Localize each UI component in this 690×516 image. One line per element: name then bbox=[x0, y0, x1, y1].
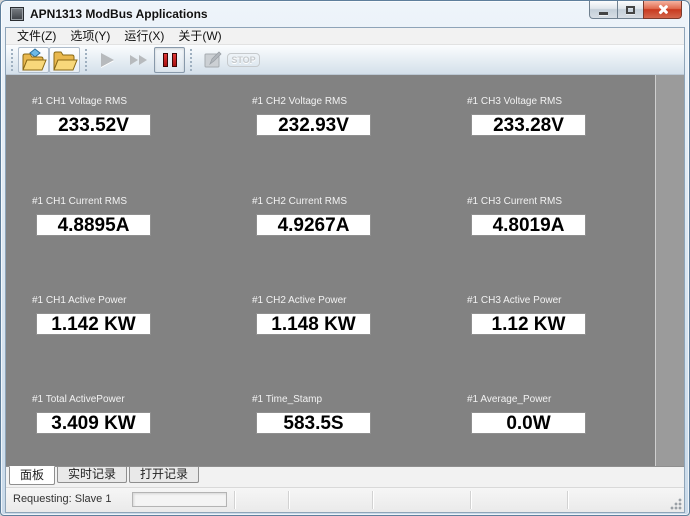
titlebar: APN1313 ModBus Applications bbox=[1, 1, 689, 27]
toolbar-grip bbox=[190, 49, 193, 71]
meter-value: 4.8895A bbox=[36, 214, 151, 236]
meter-label: #1 CH2 Active Power bbox=[252, 295, 371, 306]
toolbar-grip bbox=[11, 49, 14, 71]
meter-ch1-current: #1 CH1 Current RMS 4.8895A bbox=[32, 196, 151, 236]
meter-timestamp: #1 Time_Stamp 583.5S bbox=[252, 394, 371, 434]
meter-label: #1 Average_Power bbox=[467, 394, 586, 405]
window-body: 文件(Z) 选项(Y) 运行(X) 关于(W) bbox=[5, 27, 685, 513]
open-folder-button[interactable] bbox=[49, 47, 80, 73]
play-icon bbox=[101, 53, 114, 67]
meter-label: #1 Total ActivePower bbox=[32, 394, 151, 405]
meter-value: 1.142 KW bbox=[36, 313, 151, 335]
resize-grip[interactable] bbox=[669, 497, 682, 510]
fast-forward-button bbox=[123, 47, 154, 73]
toolbar: STOP bbox=[6, 45, 684, 75]
record-icon bbox=[203, 50, 223, 70]
window-controls bbox=[590, 1, 682, 19]
stop-icon: STOP bbox=[227, 53, 259, 67]
meter-label: #1 CH3 Current RMS bbox=[467, 196, 586, 207]
meter-value: 233.28V bbox=[471, 114, 586, 136]
meter-value: 583.5S bbox=[256, 412, 371, 434]
menu-file[interactable]: 文件(Z) bbox=[10, 28, 63, 44]
close-icon bbox=[657, 4, 668, 15]
meter-label: #1 CH2 Current RMS bbox=[252, 196, 371, 207]
app-icon bbox=[10, 7, 24, 21]
menubar: 文件(Z) 选项(Y) 运行(X) 关于(W) bbox=[6, 28, 684, 45]
status-bar: Requesting: Slave 1 bbox=[6, 487, 684, 512]
pause-icon bbox=[163, 53, 177, 67]
meter-label: #1 CH3 Active Power bbox=[467, 295, 586, 306]
meter-value: 0.0W bbox=[471, 412, 586, 434]
panel-right-margin bbox=[655, 75, 684, 466]
pause-button[interactable] bbox=[154, 47, 185, 73]
meter-label: #1 Time_Stamp bbox=[252, 394, 371, 405]
meter-value: 1.12 KW bbox=[471, 313, 586, 335]
meter-label: #1 CH1 Active Power bbox=[32, 295, 151, 306]
meter-ch3-power: #1 CH3 Active Power 1.12 KW bbox=[467, 295, 586, 335]
app-window: APN1313 ModBus Applications 文件(Z) 选项(Y) … bbox=[0, 0, 690, 516]
meter-ch3-current: #1 CH3 Current RMS 4.8019A bbox=[467, 196, 586, 236]
meter-total-power: #1 Total ActivePower 3.409 KW bbox=[32, 394, 151, 434]
tab-realtime-record[interactable]: 实时记录 bbox=[57, 467, 127, 483]
maximize-icon bbox=[626, 6, 635, 14]
menu-options[interactable]: 选项(Y) bbox=[63, 28, 117, 44]
meter-ch1-voltage: #1 CH1 Voltage RMS 233.52V bbox=[32, 96, 151, 136]
tab-open-record[interactable]: 打开记录 bbox=[129, 467, 199, 483]
status-progress-panel bbox=[132, 492, 227, 507]
minimize-button[interactable] bbox=[589, 1, 618, 19]
play-button bbox=[92, 47, 123, 73]
meter-value: 233.52V bbox=[36, 114, 151, 136]
tab-strip: 面板 实时记录 打开记录 bbox=[6, 466, 684, 487]
stop-button: STOP bbox=[228, 47, 259, 73]
meter-value: 4.9267A bbox=[256, 214, 371, 236]
open-folder-icon bbox=[52, 48, 78, 72]
menu-about[interactable]: 关于(W) bbox=[171, 28, 228, 44]
meter-label: #1 CH2 Voltage RMS bbox=[252, 96, 371, 107]
window-title: APN1313 ModBus Applications bbox=[30, 7, 208, 21]
meter-value: 4.8019A bbox=[471, 214, 586, 236]
meter-ch2-current: #1 CH2 Current RMS 4.9267A bbox=[252, 196, 371, 236]
meter-label: #1 CH1 Current RMS bbox=[32, 196, 151, 207]
meter-label: #1 CH3 Voltage RMS bbox=[467, 96, 586, 107]
maximize-button[interactable] bbox=[617, 1, 644, 19]
meter-value: 232.93V bbox=[256, 114, 371, 136]
toolbar-grip bbox=[85, 49, 88, 71]
close-button[interactable] bbox=[643, 1, 682, 19]
meter-ch2-power: #1 CH2 Active Power 1.148 KW bbox=[252, 295, 371, 335]
meter-ch3-voltage: #1 CH3 Voltage RMS 233.28V bbox=[467, 96, 586, 136]
meter-ch1-power: #1 CH1 Active Power 1.142 KW bbox=[32, 295, 151, 335]
record-button bbox=[197, 47, 228, 73]
menu-run[interactable]: 运行(X) bbox=[117, 28, 171, 44]
minimize-icon bbox=[599, 12, 608, 15]
fast-forward-icon bbox=[130, 55, 138, 65]
open-config-folder-icon bbox=[21, 48, 47, 72]
panel-view: #1 CH1 Voltage RMS 233.52V #1 CH2 Voltag… bbox=[6, 75, 684, 466]
tab-panel[interactable]: 面板 bbox=[9, 466, 55, 485]
meter-average-power: #1 Average_Power 0.0W bbox=[467, 394, 586, 434]
meter-value: 3.409 KW bbox=[36, 412, 151, 434]
open-config-button[interactable] bbox=[18, 47, 49, 73]
meter-ch2-voltage: #1 CH2 Voltage RMS 232.93V bbox=[252, 96, 371, 136]
status-text: Requesting: Slave 1 bbox=[13, 493, 111, 505]
meter-value: 1.148 KW bbox=[256, 313, 371, 335]
meter-label: #1 CH1 Voltage RMS bbox=[32, 96, 151, 107]
